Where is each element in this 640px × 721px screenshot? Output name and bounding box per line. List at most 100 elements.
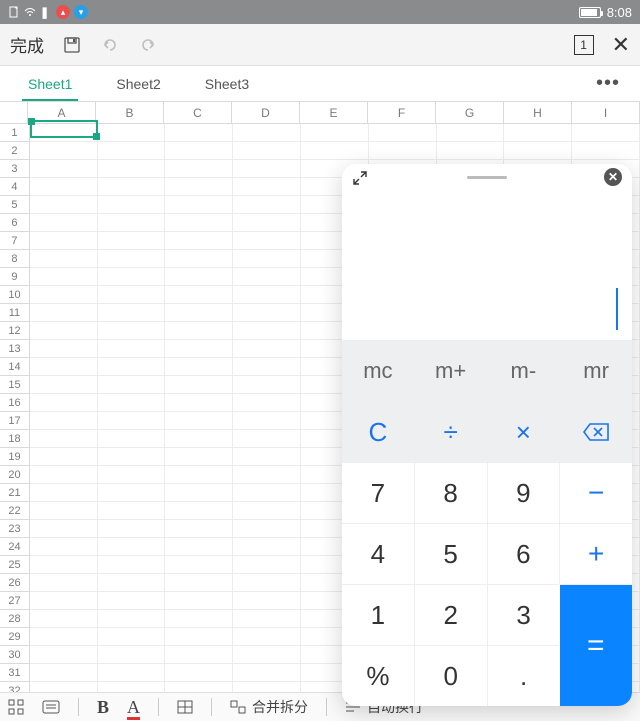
tabs-more-icon[interactable]: ••• xyxy=(582,72,634,95)
cell-format-icon[interactable] xyxy=(177,700,193,714)
cell[interactable] xyxy=(504,142,572,160)
cell[interactable] xyxy=(30,376,98,394)
key-8[interactable]: 8 xyxy=(415,462,488,523)
row-header-8[interactable]: 8 xyxy=(0,250,30,268)
expand-icon[interactable] xyxy=(352,170,368,186)
key-divide[interactable]: ÷ xyxy=(415,401,488,462)
cell[interactable] xyxy=(30,592,98,610)
keyboard-icon[interactable] xyxy=(42,700,60,714)
row-header-12[interactable]: 12 xyxy=(0,322,30,340)
cell[interactable] xyxy=(165,664,233,682)
row-header-11[interactable]: 11 xyxy=(0,304,30,322)
key-mminus[interactable]: m- xyxy=(488,340,561,401)
key-mr[interactable]: mr xyxy=(560,340,632,401)
cell[interactable] xyxy=(30,250,98,268)
key-7[interactable]: 7 xyxy=(342,462,415,523)
cell[interactable] xyxy=(165,574,233,592)
cell[interactable] xyxy=(233,232,301,250)
key-6[interactable]: 6 xyxy=(488,523,561,584)
calculator-close-button[interactable]: ✕ xyxy=(604,168,622,186)
cell[interactable] xyxy=(98,142,166,160)
cell[interactable] xyxy=(437,124,505,142)
key-minus[interactable]: − xyxy=(560,462,632,523)
cell[interactable] xyxy=(233,466,301,484)
row-header-5[interactable]: 5 xyxy=(0,196,30,214)
cell[interactable] xyxy=(98,502,166,520)
cell[interactable] xyxy=(233,394,301,412)
key-dot[interactable]: . xyxy=(488,645,560,706)
cell[interactable] xyxy=(233,592,301,610)
cell[interactable] xyxy=(233,610,301,628)
cell[interactable] xyxy=(369,124,437,142)
cell[interactable] xyxy=(30,340,98,358)
cell[interactable] xyxy=(98,250,166,268)
merge-split-button[interactable]: 合并拆分 xyxy=(230,697,308,717)
cell[interactable] xyxy=(165,250,233,268)
cell[interactable] xyxy=(233,574,301,592)
cell[interactable] xyxy=(301,124,369,142)
cell[interactable] xyxy=(30,430,98,448)
col-header-H[interactable]: H xyxy=(504,102,572,123)
key-multiply[interactable]: × xyxy=(488,401,561,462)
cell[interactable] xyxy=(98,538,166,556)
cell[interactable] xyxy=(30,232,98,250)
cell[interactable] xyxy=(30,466,98,484)
cell[interactable] xyxy=(98,178,166,196)
cell[interactable] xyxy=(30,538,98,556)
row-header-9[interactable]: 9 xyxy=(0,268,30,286)
row-header-24[interactable]: 24 xyxy=(0,538,30,556)
cell[interactable] xyxy=(165,520,233,538)
cell[interactable] xyxy=(30,268,98,286)
cell[interactable] xyxy=(98,394,166,412)
cell[interactable] xyxy=(30,646,98,664)
row-header-27[interactable]: 27 xyxy=(0,592,30,610)
row-header-31[interactable]: 31 xyxy=(0,664,30,682)
cell[interactable] xyxy=(30,322,98,340)
key-3[interactable]: 3 xyxy=(488,584,560,645)
cell[interactable] xyxy=(30,412,98,430)
cell[interactable] xyxy=(233,556,301,574)
cell[interactable] xyxy=(98,196,166,214)
cell[interactable] xyxy=(233,268,301,286)
cell[interactable] xyxy=(30,502,98,520)
sheet-tab-sheet3[interactable]: Sheet3 xyxy=(183,66,271,101)
cell[interactable] xyxy=(98,520,166,538)
cell[interactable] xyxy=(165,340,233,358)
row-header-16[interactable]: 16 xyxy=(0,394,30,412)
cell[interactable] xyxy=(572,124,640,142)
cell[interactable] xyxy=(165,232,233,250)
key-percent[interactable]: % xyxy=(342,645,415,706)
sheet-tab-sheet2[interactable]: Sheet2 xyxy=(94,66,182,101)
col-header-A[interactable]: A xyxy=(28,102,96,123)
key-5[interactable]: 5 xyxy=(415,523,488,584)
grid-view-icon[interactable] xyxy=(8,699,24,715)
cell[interactable] xyxy=(369,142,437,160)
cell[interactable] xyxy=(301,142,369,160)
cell[interactable] xyxy=(233,538,301,556)
row-header-19[interactable]: 19 xyxy=(0,448,30,466)
cell[interactable] xyxy=(165,322,233,340)
row-header-13[interactable]: 13 xyxy=(0,340,30,358)
cell[interactable] xyxy=(165,142,233,160)
cell[interactable] xyxy=(30,556,98,574)
font-color-button[interactable]: A xyxy=(127,697,140,718)
row-header-30[interactable]: 30 xyxy=(0,646,30,664)
row-header-2[interactable]: 2 xyxy=(0,142,30,160)
cell[interactable] xyxy=(233,322,301,340)
cell[interactable] xyxy=(98,484,166,502)
row-header-15[interactable]: 15 xyxy=(0,376,30,394)
cell[interactable] xyxy=(98,304,166,322)
cell[interactable] xyxy=(98,430,166,448)
cell[interactable] xyxy=(233,376,301,394)
cell[interactable] xyxy=(98,286,166,304)
key-equals[interactable]: = xyxy=(560,584,633,706)
key-plus[interactable]: + xyxy=(560,523,632,584)
cell[interactable] xyxy=(233,628,301,646)
redo-icon[interactable] xyxy=(138,35,158,55)
key-clear[interactable]: C xyxy=(342,401,415,462)
cell[interactable] xyxy=(30,178,98,196)
key-1[interactable]: 1 xyxy=(342,584,415,645)
cell[interactable] xyxy=(98,556,166,574)
cell[interactable] xyxy=(233,304,301,322)
cell[interactable] xyxy=(233,250,301,268)
